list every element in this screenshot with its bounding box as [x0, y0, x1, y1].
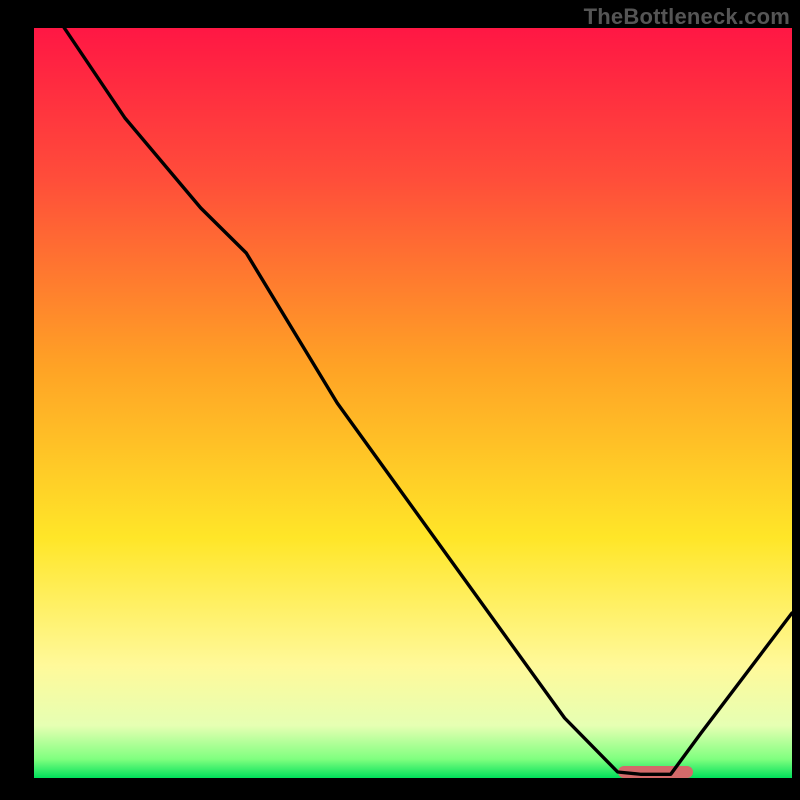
- watermark-text: TheBottleneck.com: [584, 4, 790, 30]
- bottleneck-curve: [34, 28, 792, 778]
- bottleneck-chart: TheBottleneck.com: [0, 0, 800, 800]
- x-axis-gutter: [0, 778, 800, 800]
- bottleneck-curve-path: [64, 28, 792, 774]
- y-axis-gutter: [0, 0, 34, 800]
- plot-area: [34, 28, 792, 778]
